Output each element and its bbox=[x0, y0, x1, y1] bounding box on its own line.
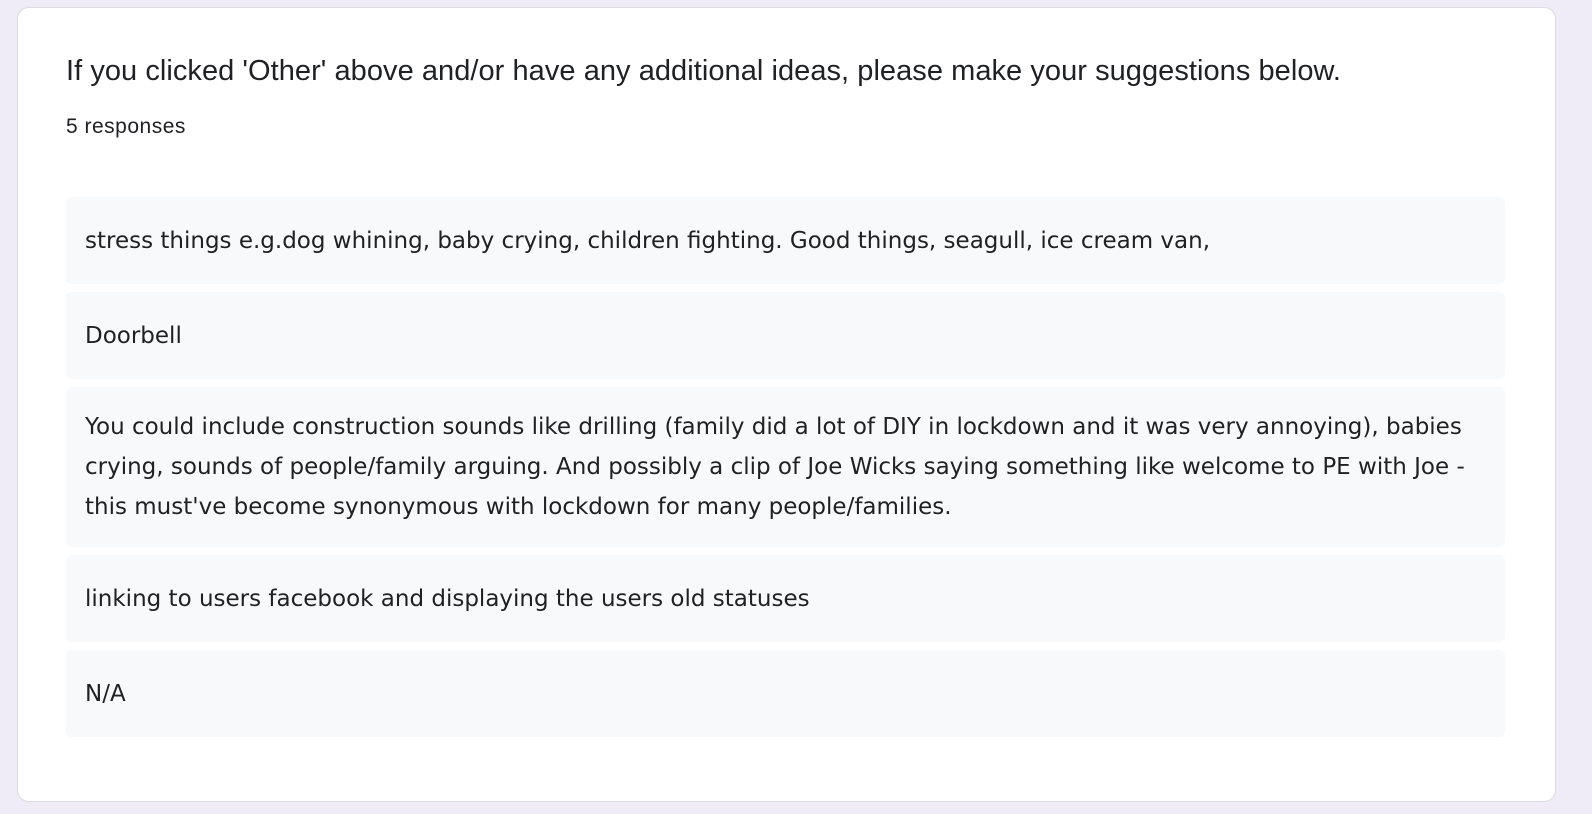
response-text: stress things e.g.dog whining, baby cryi… bbox=[85, 228, 1211, 254]
response-item: N/A bbox=[66, 650, 1505, 737]
response-item: Doorbell bbox=[66, 292, 1505, 379]
response-count: 5 responses bbox=[66, 115, 186, 138]
question-summary-card: If you clicked 'Other' above and/or have… bbox=[17, 7, 1556, 802]
response-text: Doorbell bbox=[85, 323, 182, 349]
question-title: If you clicked 'Other' above and/or have… bbox=[66, 55, 1342, 87]
response-text: linking to users facebook and displaying… bbox=[85, 586, 810, 612]
response-item: linking to users facebook and displaying… bbox=[66, 555, 1505, 642]
response-text: You could include construction sounds li… bbox=[85, 414, 1465, 520]
response-item: stress things e.g.dog whining, baby cryi… bbox=[66, 197, 1505, 284]
response-list: stress things e.g.dog whining, baby cryi… bbox=[66, 197, 1505, 745]
response-text: N/A bbox=[85, 681, 126, 707]
response-item: You could include construction sounds li… bbox=[66, 387, 1505, 547]
